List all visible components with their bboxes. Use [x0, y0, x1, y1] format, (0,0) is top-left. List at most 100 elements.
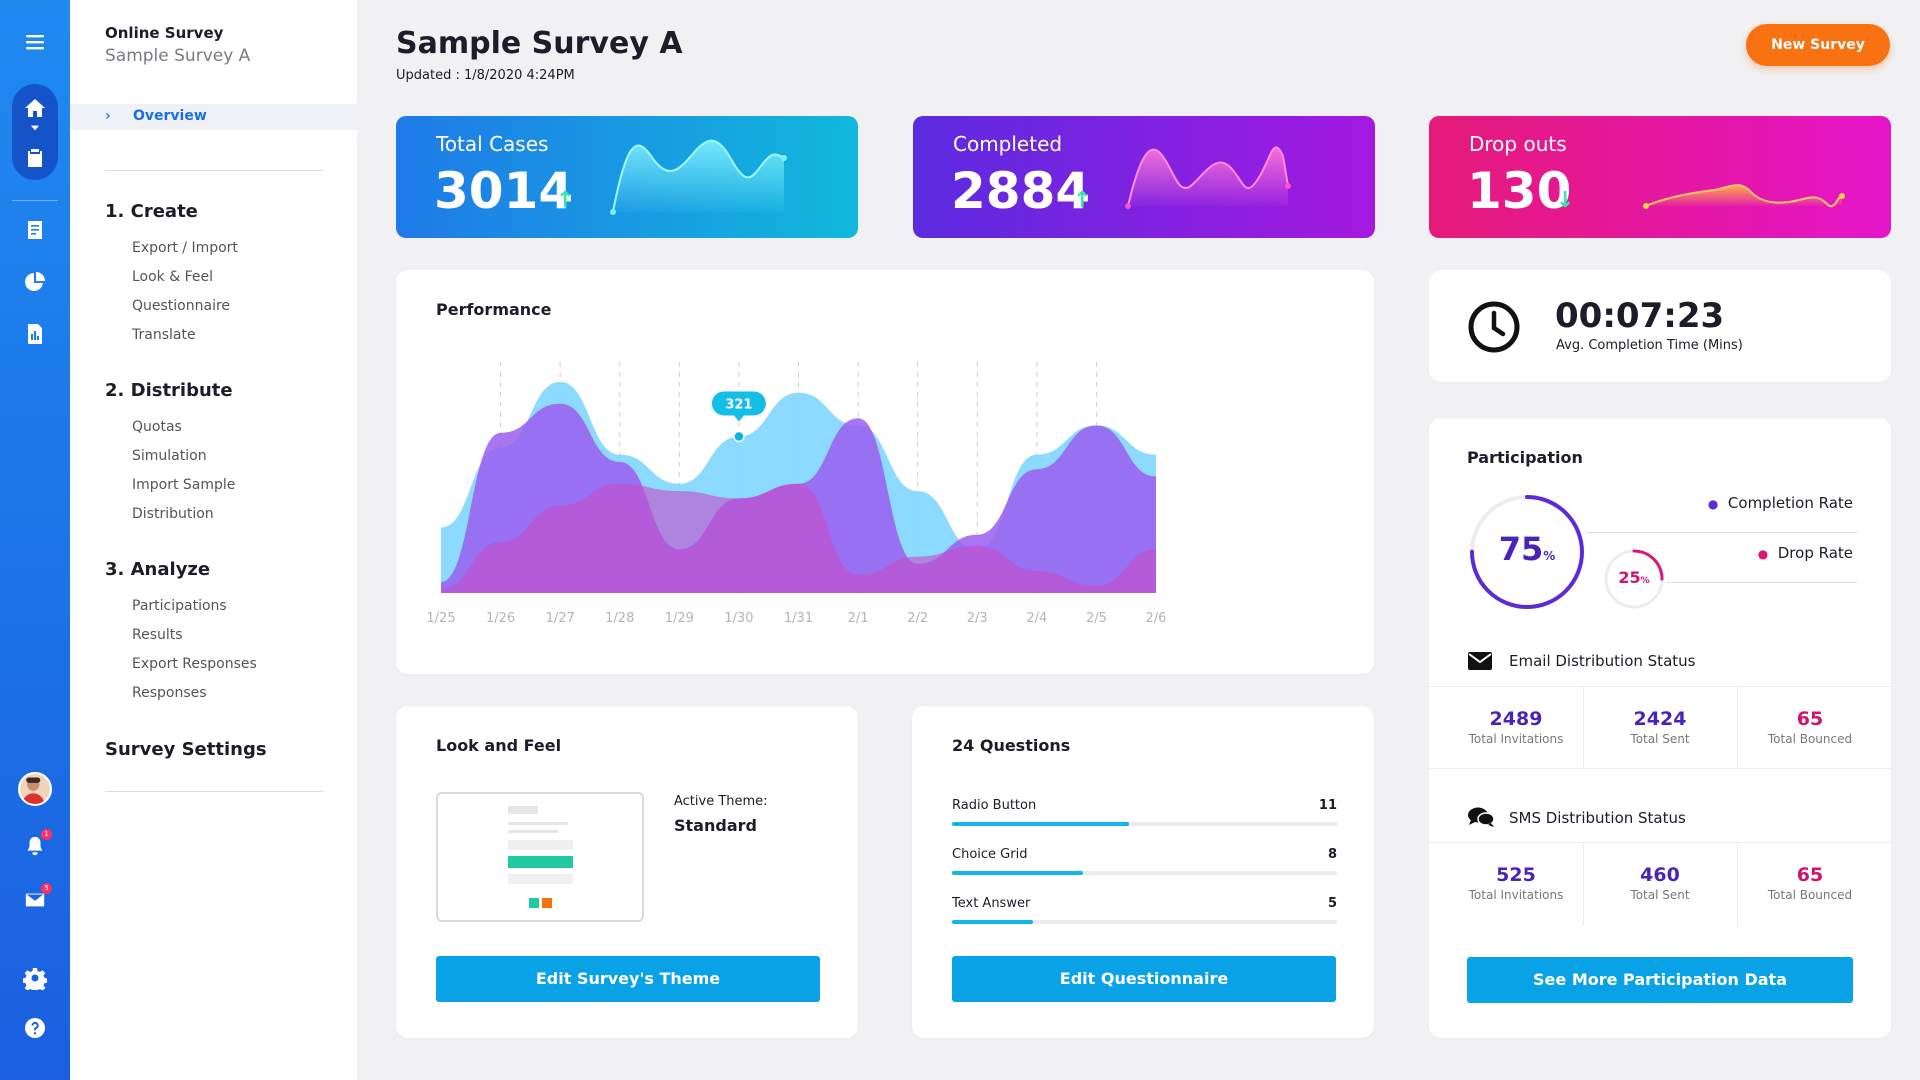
new-survey-button[interactable]: New Survey [1746, 24, 1890, 66]
app-name: Online Survey [105, 24, 224, 42]
x-tick-label: 1/26 [486, 611, 515, 626]
x-tick-label: 2/6 [1146, 611, 1167, 626]
x-tick-label: 1/30 [724, 611, 753, 626]
completion-percent: 75% [1498, 530, 1556, 568]
updated-timestamp: Updated : 1/8/2020 4:24PM [396, 68, 575, 83]
edit-survey-theme-button[interactable]: Edit Survey's Theme [436, 956, 820, 1002]
sparkline-total-cases [610, 139, 787, 215]
tooltip-pointer [733, 415, 744, 422]
sms-total-invitations: 525 Total Invitations [1468, 864, 1564, 902]
progress-fill [952, 871, 1083, 875]
report-icon[interactable] [0, 312, 70, 356]
avatar[interactable] [18, 772, 52, 806]
sidebar-item-label: Overview [133, 108, 207, 124]
sparkline-drop-outs [1643, 184, 1845, 209]
sidebar-item-overview[interactable]: › Overview [70, 104, 357, 130]
theme-label: Active Theme: [674, 794, 768, 809]
sidebar-item-questionnaire[interactable]: Questionnaire [132, 298, 230, 314]
rail-divider [12, 200, 58, 201]
clock-icon [1468, 301, 1520, 353]
divider [105, 170, 323, 171]
stat-title: Total Cases [436, 132, 549, 156]
email-total-invitations: 2489 Total Invitations [1468, 708, 1564, 746]
performance-chart: 1/25 1/26 1/27 1/28 1/29 1/30 1/31 2/1 2/2 2/3 2/4… [426, 362, 1167, 626]
chat-icon [1468, 807, 1495, 827]
sidebar-item-responses[interactable]: Responses [132, 685, 207, 701]
mail-icon[interactable]: 5 [0, 878, 70, 922]
sidebar-item-export-responses[interactable]: Export Responses [132, 656, 257, 672]
edit-questionnaire-button[interactable]: Edit Questionnaire [952, 956, 1336, 1002]
progress-fill [952, 920, 1033, 924]
progress-fill [952, 822, 1130, 826]
section-analyze[interactable]: 3. Analyze [105, 559, 210, 580]
performance-card: Performance 1/25 1/26 1/27 1/28 1/29 1/30 1/31… [396, 270, 1374, 674]
notification-badge: 1 [41, 829, 52, 840]
email-total-bounced: 65 Total Bounced [1767, 708, 1853, 746]
section-create[interactable]: 1. Create [105, 201, 198, 222]
legend-completion-rate: ● Completion Rate [1707, 494, 1853, 512]
x-tick-label: 2/5 [1086, 611, 1107, 626]
legend-line [1587, 532, 1857, 533]
drop-percent: 25% [1618, 568, 1650, 587]
sidebar-item-look-feel[interactable]: Look & Feel [132, 269, 213, 285]
section-distribute[interactable]: 2. Distribute [105, 380, 233, 401]
avg-time-label: Avg. Completion Time (Mins) [1556, 338, 1743, 353]
bell-icon[interactable]: 1 [0, 824, 70, 868]
x-tick-label: 2/1 [848, 611, 869, 626]
stat-title: Completed [953, 132, 1063, 156]
sms-total-sent: 460 Total Sent [1630, 864, 1690, 902]
stat-value: 2884 [951, 162, 1091, 220]
stat-card-drop-outs: Drop outs 130 ↓ [1429, 116, 1891, 238]
gear-icon[interactable] [0, 956, 70, 1000]
x-tick-label: 2/3 [967, 611, 988, 626]
theme-preview[interactable] [436, 792, 644, 922]
chevron-right-icon: › [105, 108, 111, 124]
avg-time-card: 00:07:23 Avg. Completion Time (Mins) [1429, 270, 1891, 382]
theme-name: Standard [674, 816, 757, 835]
participation-title: Participation [1467, 448, 1583, 467]
arrow-up-icon: ↑ [1073, 188, 1092, 213]
sidebar-item-import-sample[interactable]: Import Sample [132, 477, 235, 493]
menu-icon[interactable] [0, 20, 70, 64]
look-and-feel-card: Look and Feel Active Theme: Standard Edi… [396, 706, 858, 1038]
email-total-sent: 2424 Total Sent [1630, 708, 1690, 746]
survey-name: Sample Survey A [105, 46, 251, 66]
tooltip-value: 321 [725, 397, 752, 412]
chevron-down-icon[interactable] [0, 118, 70, 138]
sidebar: Online Survey Sample Survey A › Overview… [70, 0, 357, 1080]
x-tick-label: 1/28 [605, 611, 634, 626]
stat-value: 3014 [434, 162, 574, 220]
document-icon[interactable] [0, 208, 70, 252]
highlight-point [733, 430, 745, 443]
legend-drop-rate: ● Drop Rate [1757, 544, 1853, 562]
pie-chart-icon[interactable] [0, 260, 70, 304]
arrow-down-icon: ↓ [1556, 188, 1575, 213]
sparkline-completed [1125, 146, 1291, 209]
x-tick-label: 1/31 [784, 611, 813, 626]
sidebar-item-distribution[interactable]: Distribution [132, 506, 214, 522]
sidebar-item-export-import[interactable]: Export / Import [132, 240, 238, 256]
section-survey-settings[interactable]: Survey Settings [105, 739, 267, 760]
sidebar-item-simulation[interactable]: Simulation [132, 448, 207, 464]
arrow-up-icon: ↑ [556, 188, 575, 213]
email-status-title: Email Distribution Status [1509, 652, 1696, 670]
stat-card-completed: Completed 2884 ↑ [913, 116, 1375, 238]
x-tick-label: 1/29 [665, 611, 694, 626]
sidebar-item-participations[interactable]: Participations [132, 598, 227, 614]
x-tick-label: 1/27 [546, 611, 575, 626]
sidebar-item-quotas[interactable]: Quotas [132, 419, 182, 435]
sidebar-item-results[interactable]: Results [132, 627, 183, 643]
envelope-icon [1468, 652, 1492, 670]
divider [105, 791, 323, 792]
x-tick-label: 2/2 [907, 611, 928, 626]
participation-card: Participation 75% 25% ● Completion Rate … [1429, 418, 1891, 1038]
help-icon[interactable] [0, 1006, 70, 1050]
see-more-participation-button[interactable]: See More Participation Data [1467, 957, 1853, 1003]
dot-icon: ● [1757, 547, 1769, 561]
questions-card: 24 Questions Radio Button 11 Choice Grid 8… [912, 706, 1374, 1038]
page-title: Sample Survey A [396, 26, 683, 61]
sidebar-item-translate[interactable]: Translate [132, 327, 196, 343]
mail-badge: 5 [41, 883, 52, 894]
stat-title: Drop outs [1469, 132, 1567, 156]
clipboard-icon[interactable] [0, 136, 70, 180]
